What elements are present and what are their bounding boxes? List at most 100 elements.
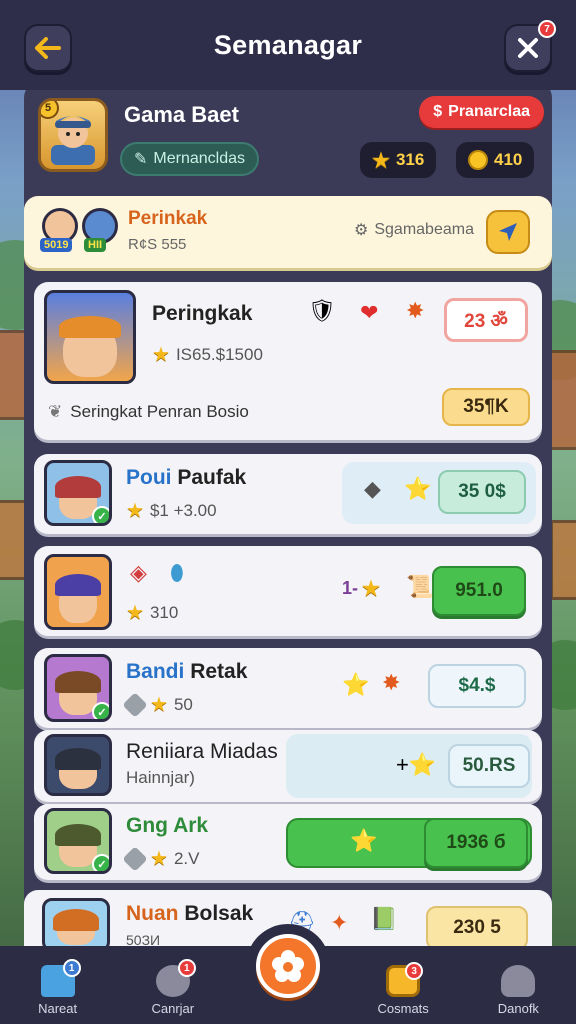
currency-coins-value: 410: [494, 150, 523, 169]
rank-row[interactable]: ✓ Gng Ark ★ 2.V ⭐ 1936 б: [34, 804, 542, 880]
banner-sub: R¢S 555: [128, 236, 187, 253]
coin-icon: [468, 150, 488, 170]
star-icon: ★: [126, 602, 144, 624]
rank-avatar: ✓: [44, 808, 112, 874]
star-icon: +⭐: [396, 752, 437, 777]
rank-score[interactable]: 951.0: [432, 566, 526, 616]
profile-icon: [501, 965, 536, 997]
close-button[interactable]: 7: [504, 20, 556, 72]
edit-icon: ✎: [134, 151, 148, 168]
sparkle-icon: ✦: [330, 910, 349, 935]
rank-name-part-a: Poui: [126, 466, 172, 489]
status-pill: ✎ Mernancldas: [120, 142, 260, 176]
rank-multiplier: 1‑ ★: [342, 576, 380, 601]
potion-icon: ⬮: [170, 560, 184, 585]
rank-sub: ★ 2.V: [122, 845, 199, 872]
nav-badge: 1: [62, 959, 81, 977]
nav-badge: 3: [405, 962, 424, 980]
rank-name: Reniiara Miadas: [126, 740, 278, 763]
rank-sub-value: 310: [149, 602, 179, 622]
rank-avatar: [44, 290, 136, 384]
currency-coins[interactable]: 410: [456, 142, 535, 178]
nav-label: Canrjar: [151, 1001, 195, 1016]
star-icon: ★: [150, 848, 168, 870]
rank-sub-value: IS65.$1500: [175, 344, 263, 364]
rank-name-part-b: Paufak: [177, 466, 247, 489]
banner-title: Perinkak: [128, 208, 208, 229]
star-icon: ★: [372, 149, 390, 172]
rank-sub-value: 50: [173, 694, 193, 714]
check-icon: ✓: [92, 702, 109, 719]
rank-name-part-a: Gng: [126, 814, 168, 837]
cube-icon: [122, 691, 148, 718]
back-button[interactable]: [24, 24, 72, 72]
rank-score[interactable]: 230 5: [426, 906, 528, 950]
nav-item-cosmetics[interactable]: 3 Cosmats: [355, 962, 451, 1016]
status-label: Mernancldas: [153, 150, 246, 167]
rank-avatar: [42, 898, 110, 952]
star-icon: ★: [152, 344, 170, 366]
rank-avatar: [44, 554, 112, 630]
center-action-inner: [256, 934, 320, 998]
top-bar: Semanagar 7: [0, 0, 576, 90]
banner-badge-1: 5019: [40, 238, 73, 252]
star-icon: ⭐: [350, 828, 378, 853]
rank-extra-score[interactable]: 35¶K: [442, 388, 530, 426]
currency-stars[interactable]: ★ 316: [360, 142, 437, 178]
shield-icon: 🛡: [308, 298, 336, 323]
rank-name-part-b: Bolsak: [184, 902, 254, 925]
rank-score[interactable]: 35 0$: [438, 470, 526, 514]
heart-icon: ❤: [360, 300, 379, 325]
star-icon: ★: [362, 578, 380, 600]
rank-name-part-b: Retak: [190, 660, 248, 683]
rank-row[interactable]: ✓ Bandi Retak ★ 50 ⭐ ✸ $4.$: [34, 648, 542, 728]
nav-label: Cosmats: [377, 1001, 429, 1016]
close-icon: [518, 38, 538, 58]
rank-name-part-a: Nuan: [126, 902, 179, 925]
rank-name: Peringkak: [152, 302, 253, 325]
banner-row[interactable]: 5019 HII Perinkak R¢S 555 ⚙ Sgamabeama: [24, 196, 552, 268]
rank-sub: ★ IS65.$1500: [152, 342, 263, 367]
flame-icon: ✸: [406, 298, 425, 323]
center-action-button[interactable]: [246, 924, 330, 1008]
rank-score[interactable]: $4.$: [428, 664, 526, 708]
send-icon: [499, 223, 517, 241]
rank-sub: ★ 310: [126, 600, 178, 625]
flower-icon: [272, 950, 304, 982]
banner-action-button[interactable]: [486, 210, 530, 254]
chest-icon: 3: [386, 962, 424, 997]
nav-item-profile[interactable]: Danofk: [470, 965, 566, 1016]
rank-row[interactable]: ✓ Poui Paufak ★ $1 +3.00 ◆ ⭐ 35 0$: [34, 454, 542, 534]
rank-pill[interactable]: $ Pranarclaa: [419, 96, 544, 128]
rank-extra-label: Seringkat Penran Bosio: [70, 402, 249, 421]
player-avatar[interactable]: 5: [38, 98, 108, 172]
rank-avatar: ✓: [44, 654, 112, 722]
page-title: Semanagar: [213, 29, 363, 60]
currency-stars-value: 316: [395, 150, 425, 169]
nav-badge: 1: [177, 959, 196, 977]
rank-name: Gng Ark: [126, 814, 208, 838]
helmet-icon: 1: [155, 959, 196, 997]
rank-score[interactable]: 50.RS: [448, 744, 530, 788]
home-icon: 1: [40, 959, 81, 997]
rank-row-featured[interactable]: Peringkak ★ IS65.$1500 🛡 ❤ ✸ 23 ॐ ❦ Seri…: [34, 282, 542, 440]
star-icon: ★: [150, 694, 168, 716]
check-icon: ✓: [92, 854, 109, 871]
player-name: Gama Baet: [124, 102, 239, 127]
cube-icon: ◈: [130, 560, 147, 585]
info-icon: ⚙: [354, 222, 369, 239]
star-icon: ⭐: [342, 672, 370, 697]
rank-multiplier-label: 1‑: [342, 578, 359, 598]
rank-row[interactable]: Reniiara Miadas Hainnjar) +⭐ 50.RS: [34, 730, 542, 802]
nav-item-home[interactable]: 1 Nareat: [10, 959, 106, 1016]
banner-label: Sgamabeama: [374, 221, 474, 238]
rank-extra: ❦ Seringkat Penran Bosio: [48, 402, 249, 422]
nav-item-challenges[interactable]: 1 Canrjar: [125, 959, 221, 1016]
rank-avatar: [44, 734, 112, 796]
rank-score[interactable]: 23 ॐ: [444, 298, 528, 342]
rank-row[interactable]: ◈ ⬮ ★ 310 1‑ ★ 📜 951.0: [34, 546, 542, 636]
rank-sub: Hainnjar): [126, 768, 195, 787]
rank-name: Nuan Bolsak: [126, 902, 253, 926]
rank-name: Bandi Retak: [126, 660, 247, 684]
rank-score[interactable]: 1936 б: [424, 818, 528, 868]
